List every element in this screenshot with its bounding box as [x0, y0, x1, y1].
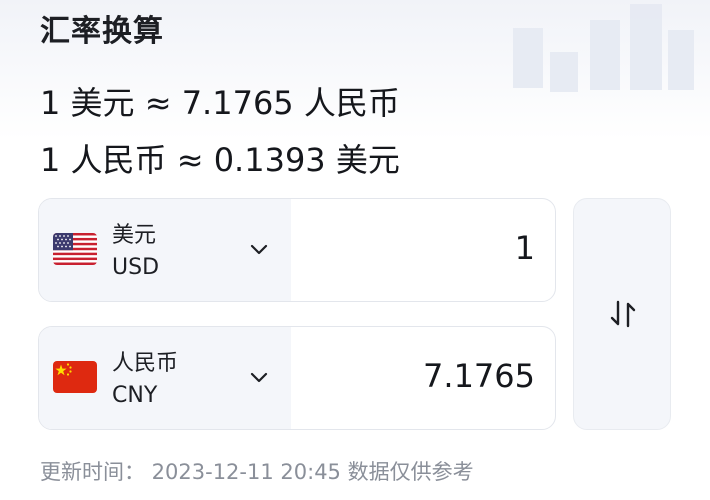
rate-usd-to-cny: 1 美元 ≈ 7.1765 人民币	[40, 84, 400, 122]
from-amount-input[interactable]: 1	[515, 229, 535, 267]
to-currency-selector[interactable]: 人民币 CNY	[39, 327, 291, 429]
swap-arrows-icon	[610, 300, 636, 328]
swap-currencies-button[interactable]	[573, 198, 671, 430]
to-currency-name: 人民币	[112, 351, 179, 376]
from-currency-name: 美元	[112, 223, 157, 248]
update-time-note: 更新时间： 2023-12-11 20:45 数据仅供参考	[40, 460, 474, 484]
chevron-down-icon	[250, 372, 268, 383]
from-currency-card: 美元 USD 1	[38, 198, 556, 302]
from-currency-code: USD	[112, 255, 160, 280]
page-title: 汇率换算	[40, 14, 164, 49]
chevron-down-icon	[250, 244, 268, 255]
to-amount-input[interactable]: 7.1765	[423, 357, 535, 395]
to-currency-card: 人民币 CNY 7.1765	[38, 326, 556, 430]
us-flag-icon	[53, 233, 97, 265]
to-currency-code: CNY	[112, 383, 158, 408]
from-currency-selector[interactable]: 美元 USD	[39, 199, 291, 301]
cn-flag-icon	[53, 361, 97, 393]
rate-cny-to-usd: 1 人民币 ≈ 0.1393 美元	[40, 141, 400, 179]
